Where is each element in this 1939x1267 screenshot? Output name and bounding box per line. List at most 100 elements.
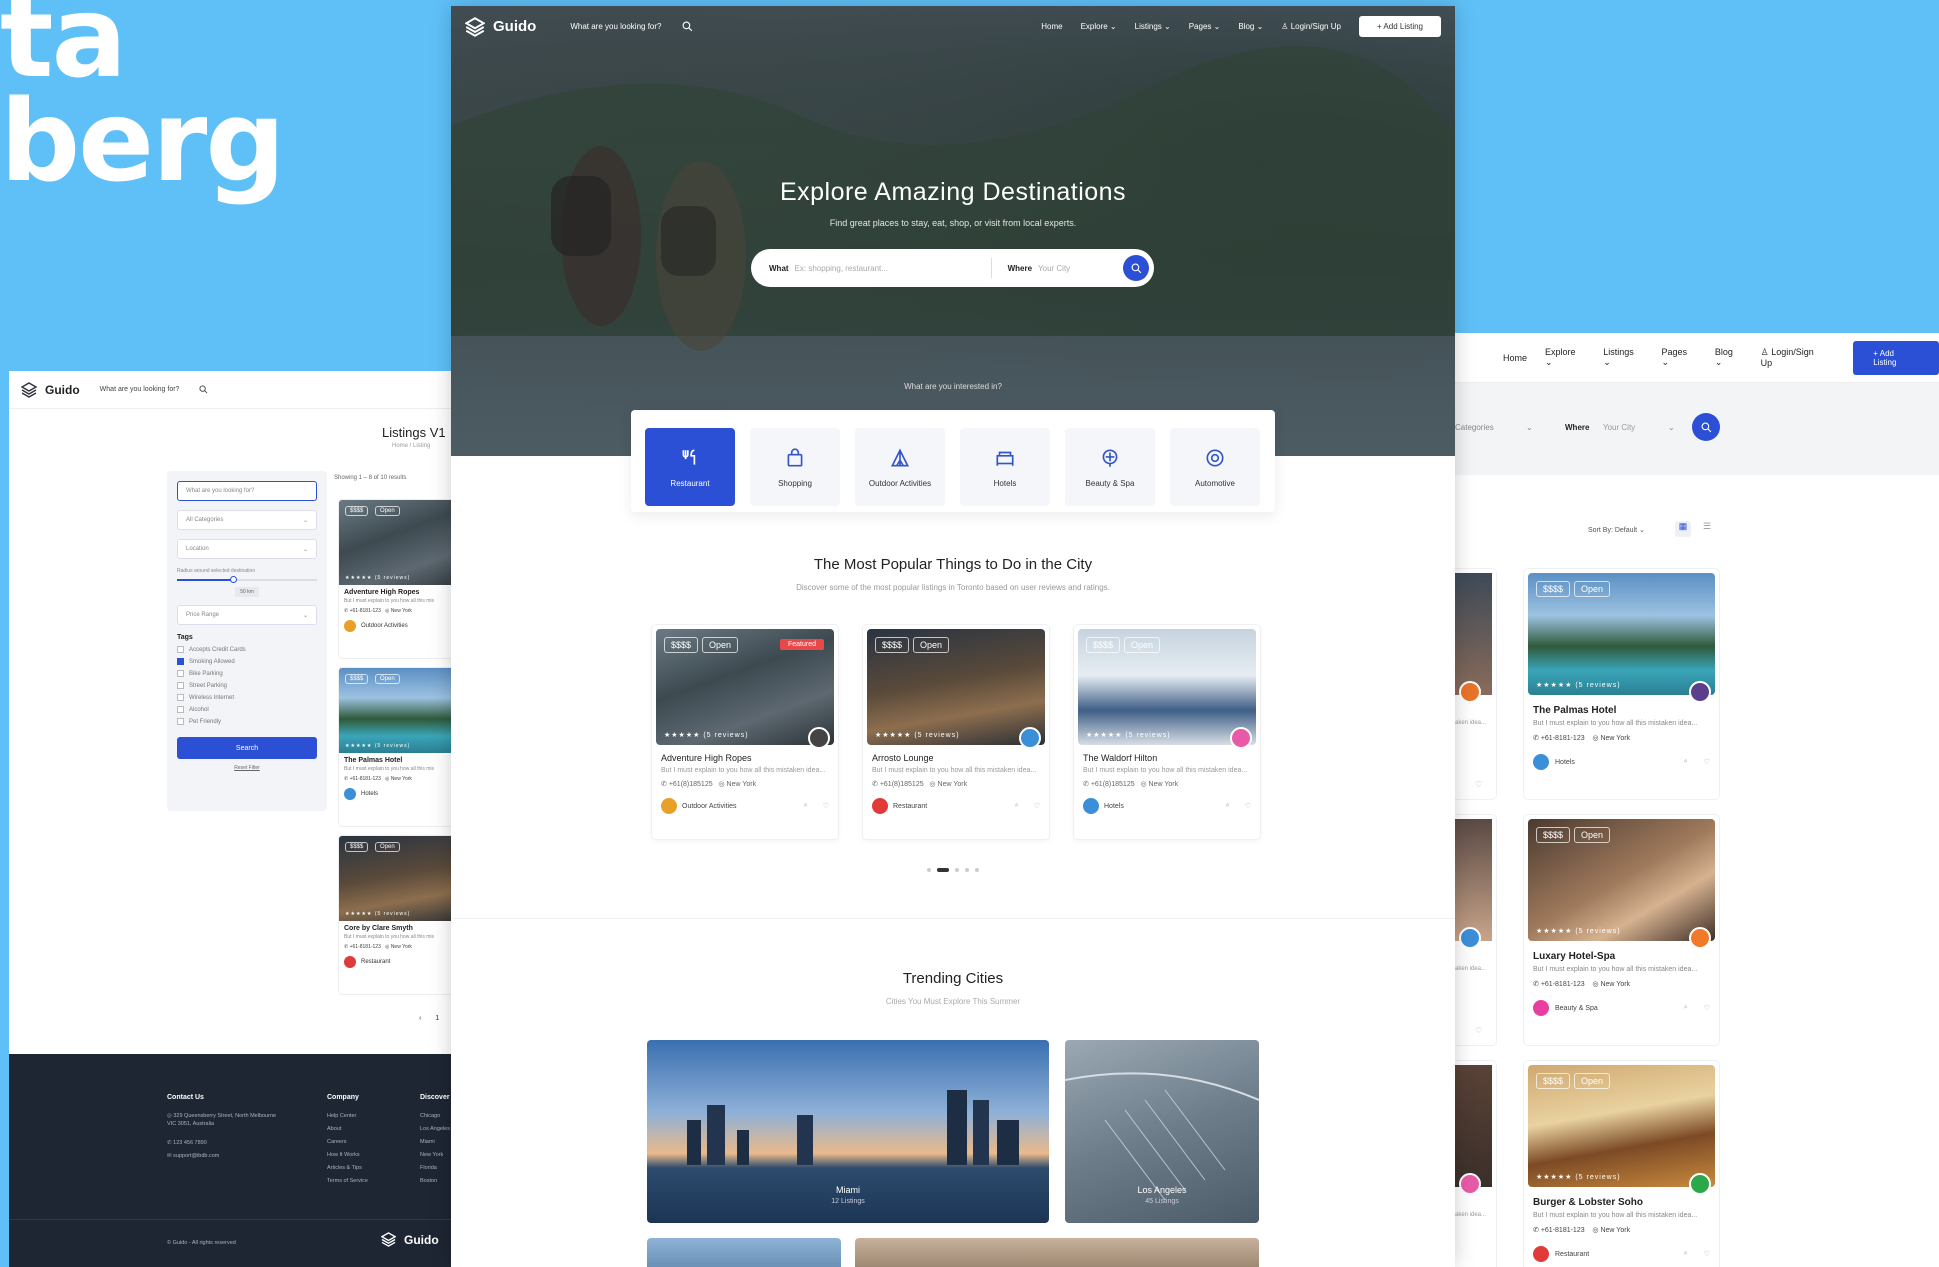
city-card-los-angeles[interactable]: Los Angeles 45 Listings [1065,1040,1259,1223]
heart-icon[interactable]: ♡ [1704,758,1710,766]
footer-link[interactable]: Articles & Tips [327,1162,368,1175]
footer-link[interactable]: New York [420,1149,450,1162]
nav-listings[interactable]: Listings ⌄ [1603,347,1643,368]
heart-icon[interactable]: ♡ [1704,1250,1710,1258]
nav-blog[interactable]: Blog ⌄ [1715,347,1743,368]
heart-icon[interactable]: ♡ [1704,1004,1710,1012]
reset-filter-link[interactable]: Reset Filter [177,765,317,771]
listing-card[interactable]: aken idea...♡ [1455,1060,1497,1267]
zoom-icon[interactable]: ⌕ [1015,802,1019,810]
nav-pages[interactable]: Pages ⌄ [1189,22,1221,31]
listing-title[interactable]: Luxary Hotel-Spa [1533,951,1710,962]
search-hint[interactable]: What are you looking for? [100,386,180,393]
footer-email[interactable]: ✉ support@ibdb.com [167,1150,219,1163]
add-listing-button[interactable]: + Add Listing [1358,16,1441,37]
footer-link[interactable]: About [327,1123,368,1136]
tag-checkbox[interactable]: Smoking Allowed [177,658,317,665]
checkbox[interactable] [177,694,184,701]
sort-select[interactable]: Sort By: Default ⌄ [1588,526,1645,534]
search-icon[interactable] [682,21,693,32]
listing-card[interactable]: $$$$ Open ★★★★★ (5 reviews) The Palmas Hote… [338,667,469,827]
tag-checkbox[interactable]: Bike Parking [177,670,317,677]
zoom-icon[interactable]: ⌕ [1684,1250,1688,1258]
footer-link[interactable]: Los Angeles [420,1123,450,1136]
zoom-icon[interactable]: ⌕ [1226,802,1230,810]
footer-link[interactable]: Florida [420,1162,450,1175]
nav-explore[interactable]: Explore ⌄ [1545,347,1585,368]
listing-card[interactable]: $$$$ Open ★★★★★ (5 reviews) The Waldorf Hil… [1073,624,1261,840]
zoom-icon[interactable]: ⌕ [804,802,808,810]
listing-card[interactable]: $$$$ Open ★★★★★ (5 reviews) Core by Clare S… [338,835,469,995]
tag-checkbox[interactable]: Alcohol [177,706,317,713]
nav-explore[interactable]: Explore ⌄ [1081,22,1117,31]
city-card[interactable] [647,1238,841,1267]
footer-link[interactable]: Help Center [327,1110,368,1123]
category-tile-hotels[interactable]: Hotels [960,428,1050,506]
listing-card[interactable]: $$$$ Open ★★★★★ (5 reviews) Adventure High … [338,499,469,659]
radius-slider[interactable] [177,576,317,583]
heart-icon[interactable]: ♡ [823,802,829,810]
category-tile-shopping[interactable]: Shopping [750,428,840,506]
listing-title[interactable]: The Palmas Hotel [1533,705,1710,716]
nav-home[interactable]: Home [1503,353,1527,363]
heart-icon[interactable]: ♡ [1034,802,1040,810]
listing-title[interactable]: Arrosto Lounge [872,753,1040,763]
pager-prev[interactable]: ‹ [419,1015,421,1022]
list-view-icon[interactable]: ☰ [1699,521,1715,537]
heart-icon[interactable]: ♡ [1475,780,1482,789]
listing-card[interactable]: $$$$ Open ★★★★★ (5 reviews) Arrosto Lounge B… [862,624,1050,840]
category-select[interactable]: Categories [1455,423,1494,432]
nav-pages[interactable]: Pages ⌄ [1662,347,1697,368]
slider-handle[interactable] [230,576,238,583]
tag-checkbox[interactable]: Pet Friendly [177,718,317,725]
checkbox[interactable] [177,646,184,653]
footer-link[interactable]: Chicago [420,1110,450,1123]
checkbox[interactable] [177,706,184,713]
nav-listings[interactable]: Listings ⌄ [1135,22,1171,31]
checkbox[interactable] [177,670,184,677]
nav-blog[interactable]: Blog ⌄ [1238,22,1263,31]
search-button[interactable] [1692,413,1720,441]
login-link[interactable]: ♙ Login/Sign Up [1761,347,1828,368]
category-tile-automotive[interactable]: Automotive [1170,428,1260,506]
zoom-icon[interactable]: ⌕ [1684,1004,1688,1012]
listing-title[interactable]: Burger & Lobster Soho [1533,1197,1710,1208]
checkbox[interactable] [177,682,184,689]
category-tile-restaurant[interactable]: Restaurant [645,428,735,506]
city-card[interactable] [855,1238,1259,1267]
logo[interactable]: Guido [21,381,80,398]
heart-icon[interactable]: ♡ [1245,802,1251,810]
listing-title[interactable]: Adventure High Ropes [661,753,829,763]
footer-logo[interactable]: Guido [381,1232,439,1247]
category-tile-outdoor-activities[interactable]: Outdoor Activities [855,428,945,506]
carousel-dots[interactable] [451,859,1455,877]
footer-link[interactable]: Terms of Service [327,1175,368,1188]
checkbox[interactable] [177,658,184,665]
footer-link[interactable]: How It Works [327,1149,368,1162]
search-button[interactable]: Search [177,737,317,759]
search-icon[interactable] [199,385,208,394]
heart-icon[interactable]: ♡ [1475,1026,1482,1035]
listing-card[interactable]: aken idea...♡ [1455,814,1497,1046]
listing-card[interactable]: $$$$ Open Featured ★★★★★ (5 reviews) Adventu… [651,624,839,840]
what-input[interactable]: Ex: shopping, restaurant... [795,264,975,273]
where-input[interactable]: Your City [1038,264,1070,273]
category-select[interactable]: All Categories ⌄ [177,510,317,530]
listing-title[interactable]: The Waldorf Hilton [1083,753,1251,763]
login-link[interactable]: ♙ Login/Sign Up [1281,22,1341,31]
hero-search-button[interactable] [1123,255,1149,281]
listing-card[interactable]: $$$$ Open ★★★★★ (5 reviews) Luxary Hotel-Sp… [1523,814,1720,1046]
price-range-select[interactable]: Price Range ⌄ [177,605,317,625]
city-input[interactable]: Your City [1603,423,1635,432]
grid-view-icon[interactable]: ▦ [1675,521,1691,537]
listing-card[interactable]: $$$$ Open ★★★★★ (5 reviews) The Palmas Hote… [1523,568,1720,800]
tag-checkbox[interactable]: Wireless Internet [177,694,317,701]
footer-link[interactable]: Boston [420,1175,450,1188]
location-select[interactable]: Location ⌄ [177,539,317,559]
tag-checkbox[interactable]: Accepts Credit Cards [177,646,317,653]
tag-checkbox[interactable]: Street Parking [177,682,317,689]
zoom-icon[interactable]: ⌕ [1684,758,1688,766]
logo[interactable]: Guido [465,16,536,37]
pager-page-1[interactable]: 1 [435,1015,439,1022]
listing-card[interactable]: $$$$ Open ★★★★★ (5 reviews) Burger & Lobste… [1523,1060,1720,1267]
